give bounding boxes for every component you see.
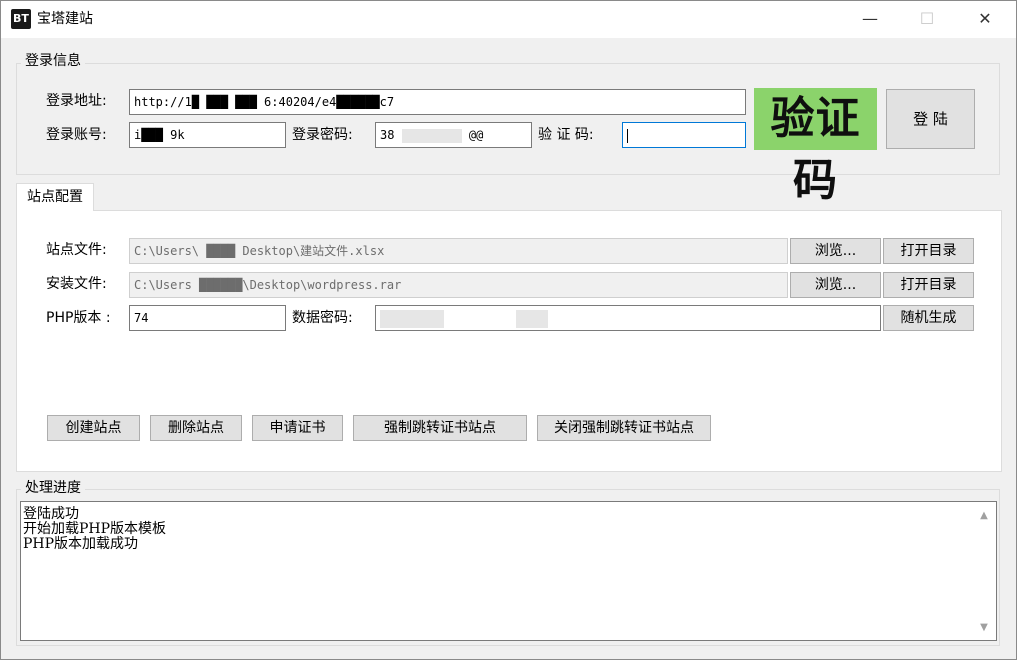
install-file-browse-button[interactable]: 浏览... [790,272,881,298]
password-input[interactable]: 38 @@ [375,122,532,148]
log-line: 登陆成功 [23,506,79,522]
scroll-down-icon[interactable]: ▼ [972,618,996,638]
db-password-input[interactable] [375,305,881,331]
account-label: 登录账号: [46,127,107,143]
install-file-open-dir-button[interactable]: 打开目录 [883,272,974,298]
progress-group-title: 处理进度 [21,479,85,497]
site-file-label: 站点文件: [46,242,107,258]
address-value: http://1█ ███ ███ 6:40204/e4██████c7 [134,95,395,109]
site-file-browse-button[interactable]: 浏览... [790,238,881,264]
tab-site-config[interactable]: 站点配置 [16,183,94,211]
captcha-image[interactable]: 验证码 [754,88,877,206]
address-input[interactable]: http://1█ ███ ███ 6:40204/e4██████c7 [129,89,746,115]
maximize-button[interactable]: ☐ [904,0,950,38]
account-value: i███ 9k [134,128,185,142]
account-input[interactable]: i███ 9k [129,122,286,148]
site-file-value: C:\Users\ ████ Desktop\建站文件.xlsx [134,244,385,258]
captcha-input[interactable] [622,122,746,148]
delete-site-button[interactable]: 删除站点 [150,415,242,441]
php-version-value: 74 [134,311,149,325]
app-icon: BT [11,9,31,29]
php-version-label: PHP版本 : [46,310,111,326]
disable-force-https-site-button[interactable]: 关闭强制跳转证书站点 [537,415,711,441]
site-file-open-dir-button[interactable]: 打开目录 [883,238,974,264]
address-label: 登录地址: [46,93,107,109]
password-tail: @@ [468,128,484,142]
window-title: 宝塔建站 [37,11,93,27]
log-scrollbar[interactable]: ▲ ▼ [972,502,996,640]
install-file-input[interactable]: C:\Users ██████\Desktop\wordpress.rar [129,272,788,298]
captcha-label: 验 证 码: [538,127,594,143]
scroll-up-icon[interactable]: ▲ [972,506,996,526]
create-site-button[interactable]: 创建站点 [47,415,140,441]
minimize-button[interactable]: — [847,0,893,38]
login-button[interactable]: 登 陆 [886,89,975,149]
db-password-label: 数据密码: [292,310,353,326]
password-value: 38 [380,128,395,142]
request-certificate-button[interactable]: 申请证书 [252,415,343,441]
password-label: 登录密码: [292,127,353,143]
progress-log[interactable]: 登陆成功 开始加载PHP版本模板 PHP版本加载成功 [20,501,997,641]
php-version-input[interactable]: 74 [129,305,286,331]
redaction-mask [516,309,549,328]
site-file-input[interactable]: C:\Users\ ████ Desktop\建站文件.xlsx [129,238,788,264]
force-https-site-button[interactable]: 强制跳转证书站点 [353,415,527,441]
text-cursor [627,128,628,143]
close-button[interactable]: ✕ [962,0,1008,38]
random-generate-button[interactable]: 随机生成 [883,305,974,331]
install-file-value: C:\Users ██████\Desktop\wordpress.rar [134,278,402,292]
redaction-mask [380,309,444,328]
log-line: 开始加载PHP版本模板 [23,521,167,537]
install-file-label: 安装文件: [46,276,107,292]
log-line: PHP版本加载成功 [23,536,139,552]
login-group-title: 登录信息 [21,52,85,70]
redaction-mask [401,128,462,143]
